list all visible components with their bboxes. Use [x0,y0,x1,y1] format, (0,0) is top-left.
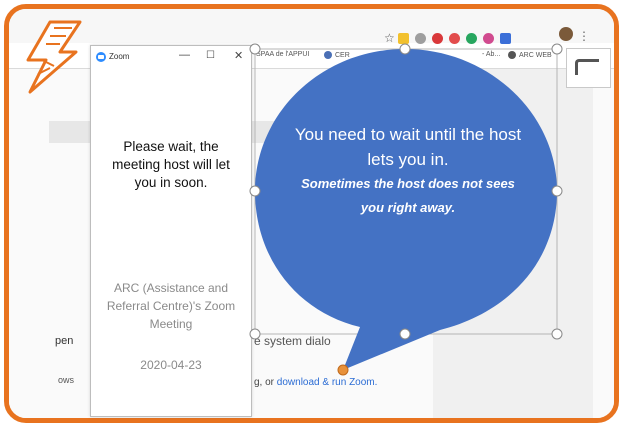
resize-handle[interactable] [551,185,563,197]
bubble-text: You need to wait until the host lets you… [289,122,527,220]
lightning-logo-icon [26,20,82,94]
pointer-handle[interactable] [337,364,349,376]
resize-handle[interactable] [249,43,261,55]
bubble-sub-text: Sometimes the host does not sees you rig… [301,176,515,215]
resize-handle[interactable] [399,43,411,55]
bubble-main-text: You need to wait until the host lets you… [294,125,522,169]
resize-handle[interactable] [399,328,411,340]
resize-handle[interactable] [249,328,261,340]
resize-handle[interactable] [551,328,563,340]
resize-handle[interactable] [551,43,563,55]
resize-handle[interactable] [249,185,261,197]
